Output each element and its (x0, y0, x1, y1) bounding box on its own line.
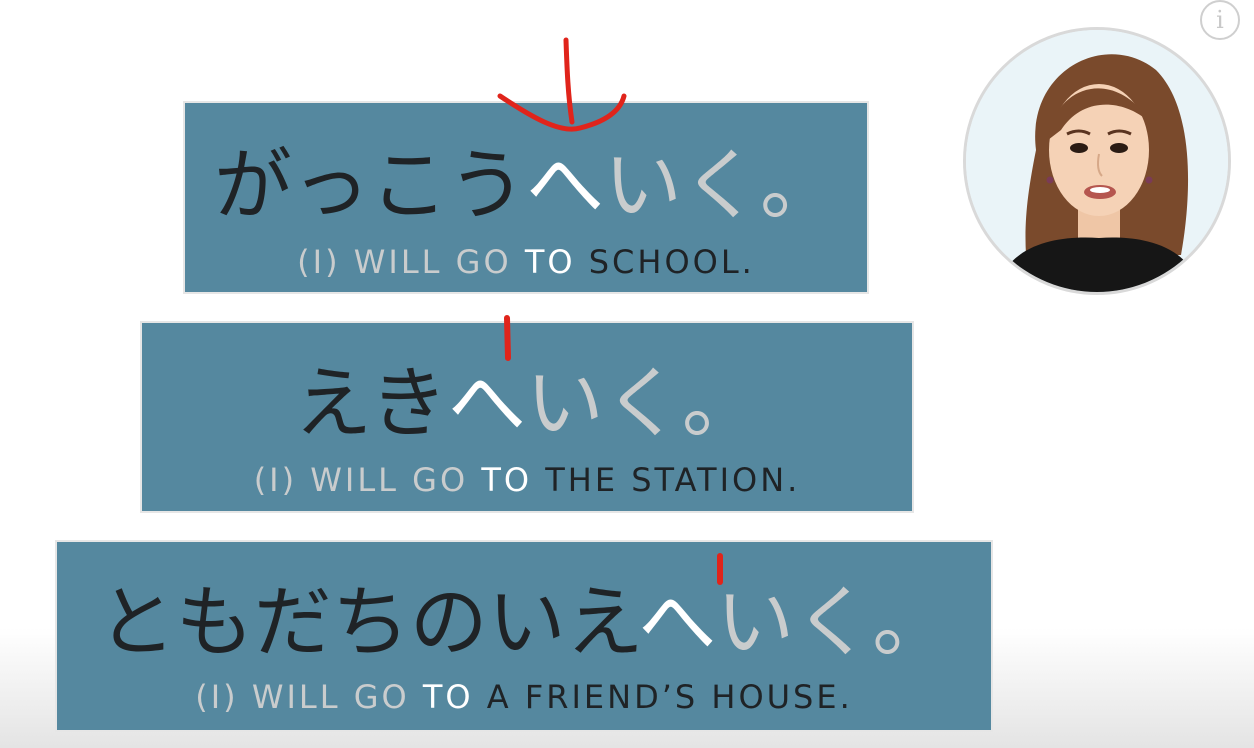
info-icon: i (1216, 6, 1224, 34)
en-to: TO (481, 461, 533, 499)
en-destination: THE STATION. (545, 461, 801, 499)
en-destination: A FRIEND’S HOUSE. (486, 678, 853, 716)
jp-verb: いく。 (716, 578, 951, 668)
english-translation: (I) WILL GO TO SCHOOL. (185, 243, 867, 281)
jp-noun: ともだちのいえ (97, 578, 639, 668)
english-translation: (I) WILL GO TO A FRIEND’S HOUSE. (57, 678, 991, 716)
en-to: TO (422, 678, 474, 716)
jp-particle-he: へ (638, 578, 717, 668)
red-tick-annotation (717, 553, 723, 585)
red-tick-annotation (504, 315, 511, 361)
japanese-sentence: がっこうへいく。 (185, 147, 867, 225)
en-subject-verb: (I) WILL GO (297, 243, 512, 281)
info-button[interactable]: i (1200, 0, 1240, 40)
japanese-sentence: ともだちのいえへいく。 (57, 584, 991, 662)
presenter-video (963, 27, 1231, 295)
en-subject-verb: (I) WILL GO (253, 461, 469, 499)
presenter-portrait (966, 30, 1228, 292)
jp-verb: いく。 (525, 359, 760, 449)
en-subject-verb: (I) WILL GO (195, 678, 410, 716)
jp-noun: えき (294, 359, 448, 449)
sentence-card-station: えきへいく。 (I) WILL GO TO THE STATION. (140, 321, 914, 513)
sentence-card-friends-house: ともだちのいえへいく。 (I) WILL GO TO A FRIEND’S HO… (55, 540, 993, 732)
jp-particle-he: へ (525, 141, 604, 231)
jp-verb: いく。 (604, 141, 839, 231)
english-translation: (I) WILL GO TO THE STATION. (142, 461, 912, 499)
jp-particle-he: へ (447, 359, 526, 449)
en-to: TO (524, 243, 576, 281)
jp-noun: がっこう (213, 141, 526, 231)
red-arrow-annotation (497, 37, 627, 132)
japanese-sentence: えきへいく。 (142, 365, 912, 443)
en-destination: SCHOOL. (588, 243, 755, 281)
